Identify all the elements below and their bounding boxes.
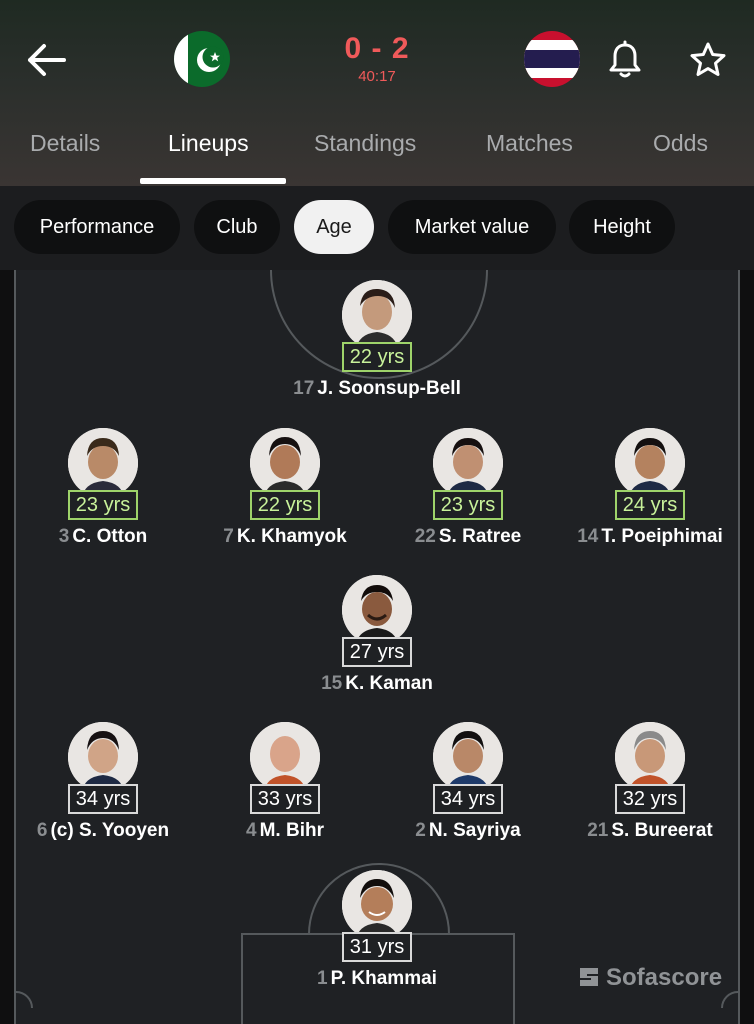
active-tab-indicator [140,178,286,184]
sofascore-logo-icon [580,968,598,986]
player-number: 21 [587,820,609,841]
player-avatar [68,722,138,792]
player-name-line: 2 N. Sayriya [378,820,558,842]
player-number: 1 [317,968,328,989]
player-name: S. Ratree [438,526,522,547]
player-number: 22 [414,526,436,547]
player-card[interactable]: 27 yrs 15 K. Kaman [287,575,467,695]
player-name: J. Soonsup-Bell [317,378,461,399]
player-avatar [615,722,685,792]
player-avatar [433,428,503,498]
player-card[interactable]: 23 yrs 22 S. Ratree [378,428,558,548]
player-age: 27 yrs [341,637,413,667]
tab-standings[interactable]: Standings [314,130,416,157]
player-avatar [342,870,412,940]
tab-lineups[interactable]: Lineups [168,130,249,157]
player-number: 7 [223,526,234,547]
player-avatar [615,428,685,498]
player-name: N. Sayriya [428,820,521,841]
tab-bar: Details Lineups Standings Matches Odds [0,120,754,186]
player-name-line: 21 S. Bureerat [560,820,740,842]
player-age: 23 yrs [67,490,139,520]
player-card[interactable]: 22 yrs 7 K. Khamyok [195,428,375,548]
player-card[interactable]: 24 yrs 14 T. Poeiphimai [560,428,740,548]
player-name: P. Khammai [330,968,437,989]
tab-details[interactable]: Details [30,130,100,157]
player-avatar [342,280,412,350]
player-avatar [250,428,320,498]
player-name-line: 1 P. Khammai [287,968,467,990]
player-name-line: 3 C. Otton [13,526,193,548]
player-card[interactable]: 33 yrs 4 M. Bihr [195,722,375,842]
player-name-line: 17 J. Soonsup-Bell [287,378,467,400]
pakistan-flag-icon[interactable] [174,31,230,87]
player-age: 34 yrs [67,784,139,814]
player-name: K. Kaman [345,673,433,694]
player-name-line: 15 K. Kaman [287,673,467,695]
player-age: 34 yrs [432,784,504,814]
player-name-line: 4 M. Bihr [195,820,375,842]
player-number: 15 [321,673,343,694]
player-avatar [250,722,320,792]
player-number: 3 [58,526,70,547]
lineup-filter-bar: Performance Club Age Market value Height [0,186,754,270]
player-name: (c) S. Yooyen [50,820,170,841]
player-number: 14 [577,526,599,547]
filter-performance[interactable]: Performance [14,200,180,254]
filter-height[interactable]: Height [569,200,675,254]
filter-age[interactable]: Age [294,200,374,254]
bell-icon[interactable] [606,40,644,80]
player-age: 23 yrs [432,490,504,520]
player-name: S. Bureerat [611,820,713,841]
player-age: 33 yrs [249,784,321,814]
player-avatar [342,575,412,645]
tab-matches[interactable]: Matches [486,130,573,157]
match-header: 0 - 2 40:17 Details Lineups Standings Ma… [0,0,754,186]
player-name: K. Khamyok [236,526,347,547]
sofascore-brand: Sofascore [606,964,723,991]
player-age: 24 yrs [614,490,686,520]
player-name-line: 22 S. Ratree [378,526,558,548]
player-name-line: 6 (c) S. Yooyen [13,820,193,842]
player-name: M. Bihr [259,820,324,841]
score: 0 - 2 [344,32,410,65]
player-card[interactable]: 34 yrs 2 N. Sayriya [378,722,558,842]
tab-odds[interactable]: Odds [653,130,708,157]
player-card[interactable]: 34 yrs 6 (c) S. Yooyen [13,722,193,842]
star-icon[interactable] [688,40,728,80]
player-name: C. Otton [72,526,148,547]
match-clock: 40:17 [358,68,396,85]
back-arrow-icon[interactable] [24,40,68,80]
player-age: 22 yrs [249,490,321,520]
player-card[interactable]: 23 yrs 3 C. Otton [13,428,193,548]
filter-club[interactable]: Club [194,200,280,254]
player-age: 31 yrs [341,932,413,962]
player-number: 17 [293,378,315,399]
filter-market-value[interactable]: Market value [388,200,556,254]
thailand-flag-icon[interactable] [524,31,580,87]
player-name-line: 14 T. Poeiphimai [560,526,740,548]
player-age: 22 yrs [341,342,413,372]
player-number: 6 [36,820,48,841]
player-avatar [68,428,138,498]
player-number: 2 [415,820,426,841]
player-age: 32 yrs [614,784,686,814]
player-name-line: 7 K. Khamyok [195,526,375,548]
player-avatar [433,722,503,792]
player-number: 4 [246,820,257,841]
player-card[interactable]: 31 yrs 1 P. Khammai [287,870,467,990]
player-card[interactable]: 22 yrs 17 J. Soonsup-Bell [287,280,467,400]
player-card[interactable]: 32 yrs 21 S. Bureerat [560,722,740,842]
player-name: T. Poeiphimai [601,526,723,547]
